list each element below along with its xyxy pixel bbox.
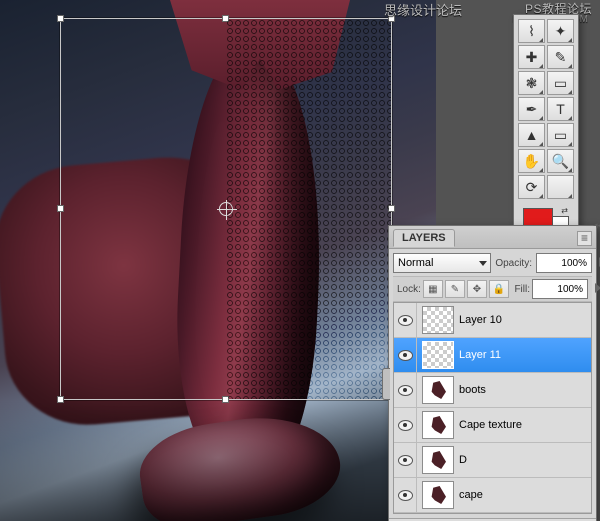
layer-visibility-toggle[interactable] bbox=[394, 338, 417, 372]
tool-flyout-corner-icon bbox=[568, 116, 572, 120]
fill-input[interactable]: 100% bbox=[532, 279, 588, 299]
tool-flyout-corner-icon bbox=[539, 116, 543, 120]
tool-flyout-corner-icon bbox=[539, 64, 543, 68]
layer-row[interactable]: Layer 10 bbox=[394, 303, 591, 338]
layer-visibility-toggle[interactable] bbox=[394, 478, 417, 512]
slider-flyout-icon[interactable] bbox=[595, 283, 600, 293]
tool-flyout-corner-icon bbox=[568, 142, 572, 146]
eye-icon bbox=[398, 315, 413, 326]
transform-handle-bottom-middle[interactable] bbox=[222, 396, 229, 403]
healing-brush-tool[interactable]: ✚ bbox=[518, 45, 545, 69]
transform-handle-bottom-left[interactable] bbox=[57, 396, 64, 403]
blend-mode-value: Normal bbox=[398, 257, 433, 269]
layers-panel: ◂◂ LAYERS ≡ Normal Opacity: 100% Lock: ▦… bbox=[388, 225, 597, 521]
watermark-text: 思缘设计论坛 bbox=[384, 0, 462, 19]
placeholder-tool[interactable] bbox=[547, 175, 574, 199]
path-select-tool[interactable]: ▲ bbox=[518, 123, 545, 147]
hand-tool[interactable]: ✋ bbox=[518, 149, 545, 173]
zoom-tool[interactable]: 🔍 bbox=[547, 149, 574, 173]
lasso-tool[interactable]: ⌇ bbox=[518, 19, 545, 43]
pen-tool[interactable]: ✒ bbox=[518, 97, 545, 121]
lock-transparency-icon[interactable]: ▦ bbox=[423, 280, 443, 298]
tool-flyout-corner-icon bbox=[539, 90, 543, 94]
artwork-shadow bbox=[0, 401, 436, 521]
layer-thumbnail-content bbox=[430, 451, 446, 469]
panel-menu-icon[interactable]: ≡ bbox=[577, 231, 592, 246]
layer-row[interactable]: Layer 11 bbox=[394, 338, 591, 373]
history-brush-tool[interactable]: ❃ bbox=[518, 71, 545, 95]
layer-name-label[interactable]: boots bbox=[459, 384, 591, 396]
layer-name-label[interactable]: Layer 10 bbox=[459, 314, 591, 326]
layer-thumbnail-content bbox=[430, 381, 446, 399]
layer-name-label[interactable]: Layer 11 bbox=[459, 349, 591, 361]
lock-pixels-icon[interactable]: ✎ bbox=[445, 280, 465, 298]
layer-thumbnail-content bbox=[430, 416, 446, 434]
layer-visibility-toggle[interactable] bbox=[394, 303, 417, 337]
opacity-input[interactable]: 100% bbox=[536, 253, 592, 273]
free-transform-bounding-box[interactable] bbox=[60, 18, 392, 400]
gradient-tool[interactable]: ▭ bbox=[547, 71, 574, 95]
tool-flyout-corner-icon bbox=[539, 194, 543, 198]
document-canvas[interactable] bbox=[0, 0, 436, 521]
eye-icon bbox=[398, 350, 413, 361]
tool-flyout-corner-icon bbox=[568, 168, 572, 172]
transform-handle-top-left[interactable] bbox=[57, 15, 64, 22]
shape-tool[interactable]: ▭ bbox=[547, 123, 574, 147]
layer-row[interactable]: Cape texture bbox=[394, 408, 591, 443]
tool-flyout-corner-icon bbox=[568, 90, 572, 94]
tool-flyout-corner-icon bbox=[568, 194, 572, 198]
tool-flyout-corner-icon bbox=[568, 64, 572, 68]
eye-icon bbox=[398, 490, 413, 501]
layer-thumbnail[interactable] bbox=[422, 481, 454, 509]
layer-thumbnail[interactable] bbox=[422, 376, 454, 404]
type-tool[interactable]: T bbox=[547, 97, 574, 121]
tool-flyout-corner-icon bbox=[539, 168, 543, 172]
eye-icon bbox=[398, 385, 413, 396]
tool-flyout-corner-icon bbox=[539, 142, 543, 146]
opacity-label: Opacity: bbox=[495, 258, 532, 269]
fill-value: 100% bbox=[557, 284, 583, 295]
layer-visibility-toggle[interactable] bbox=[394, 443, 417, 477]
chevron-down-icon bbox=[479, 261, 487, 266]
lock-position-icon[interactable]: ✥ bbox=[467, 280, 487, 298]
opacity-value: 100% bbox=[561, 258, 587, 269]
rotate-view-tool[interactable]: ⟳ bbox=[518, 175, 545, 199]
lock-all-icon[interactable]: 🔒 bbox=[489, 280, 509, 298]
layer-name-label[interactable]: Cape texture bbox=[459, 419, 591, 431]
layer-thumbnail[interactable] bbox=[422, 306, 454, 334]
layer-name-label[interactable]: cape bbox=[459, 489, 591, 501]
layer-thumbnail-content bbox=[430, 486, 446, 504]
eye-icon bbox=[398, 420, 413, 431]
layer-thumbnail[interactable] bbox=[422, 446, 454, 474]
blend-mode-dropdown[interactable]: Normal bbox=[393, 253, 491, 273]
layer-visibility-toggle[interactable] bbox=[394, 408, 417, 442]
layer-name-label[interactable]: D bbox=[459, 454, 591, 466]
panel-tab-bar: LAYERS ≡ bbox=[389, 226, 596, 249]
quick-select-tool[interactable]: ✦ bbox=[547, 19, 574, 43]
fill-label: Fill: bbox=[514, 284, 530, 295]
layer-thumbnail[interactable] bbox=[422, 341, 454, 369]
layer-row[interactable]: boots bbox=[394, 373, 591, 408]
brush-tool[interactable]: ✎ bbox=[547, 45, 574, 69]
lock-label: Lock: bbox=[397, 284, 421, 295]
layers-tab[interactable]: LAYERS bbox=[393, 229, 455, 247]
transform-handle-middle-right[interactable] bbox=[388, 205, 395, 212]
tool-flyout-corner-icon bbox=[568, 38, 572, 42]
transform-handle-top-middle[interactable] bbox=[222, 15, 229, 22]
swap-colors-icon[interactable]: ⇄ bbox=[561, 206, 568, 215]
panel-collapse-handle[interactable] bbox=[382, 368, 390, 400]
layer-row[interactable]: D bbox=[394, 443, 591, 478]
layer-row[interactable]: cape bbox=[394, 478, 591, 513]
layer-visibility-toggle[interactable] bbox=[394, 373, 417, 407]
layer-thumbnail[interactable] bbox=[422, 411, 454, 439]
transform-center-point[interactable] bbox=[219, 202, 233, 216]
transform-handle-middle-left[interactable] bbox=[57, 205, 64, 212]
layer-list[interactable]: Layer 10 Layer 11 boots Cape texture Dcape bbox=[393, 302, 592, 514]
eye-icon bbox=[398, 455, 413, 466]
tool-flyout-corner-icon bbox=[539, 38, 543, 42]
